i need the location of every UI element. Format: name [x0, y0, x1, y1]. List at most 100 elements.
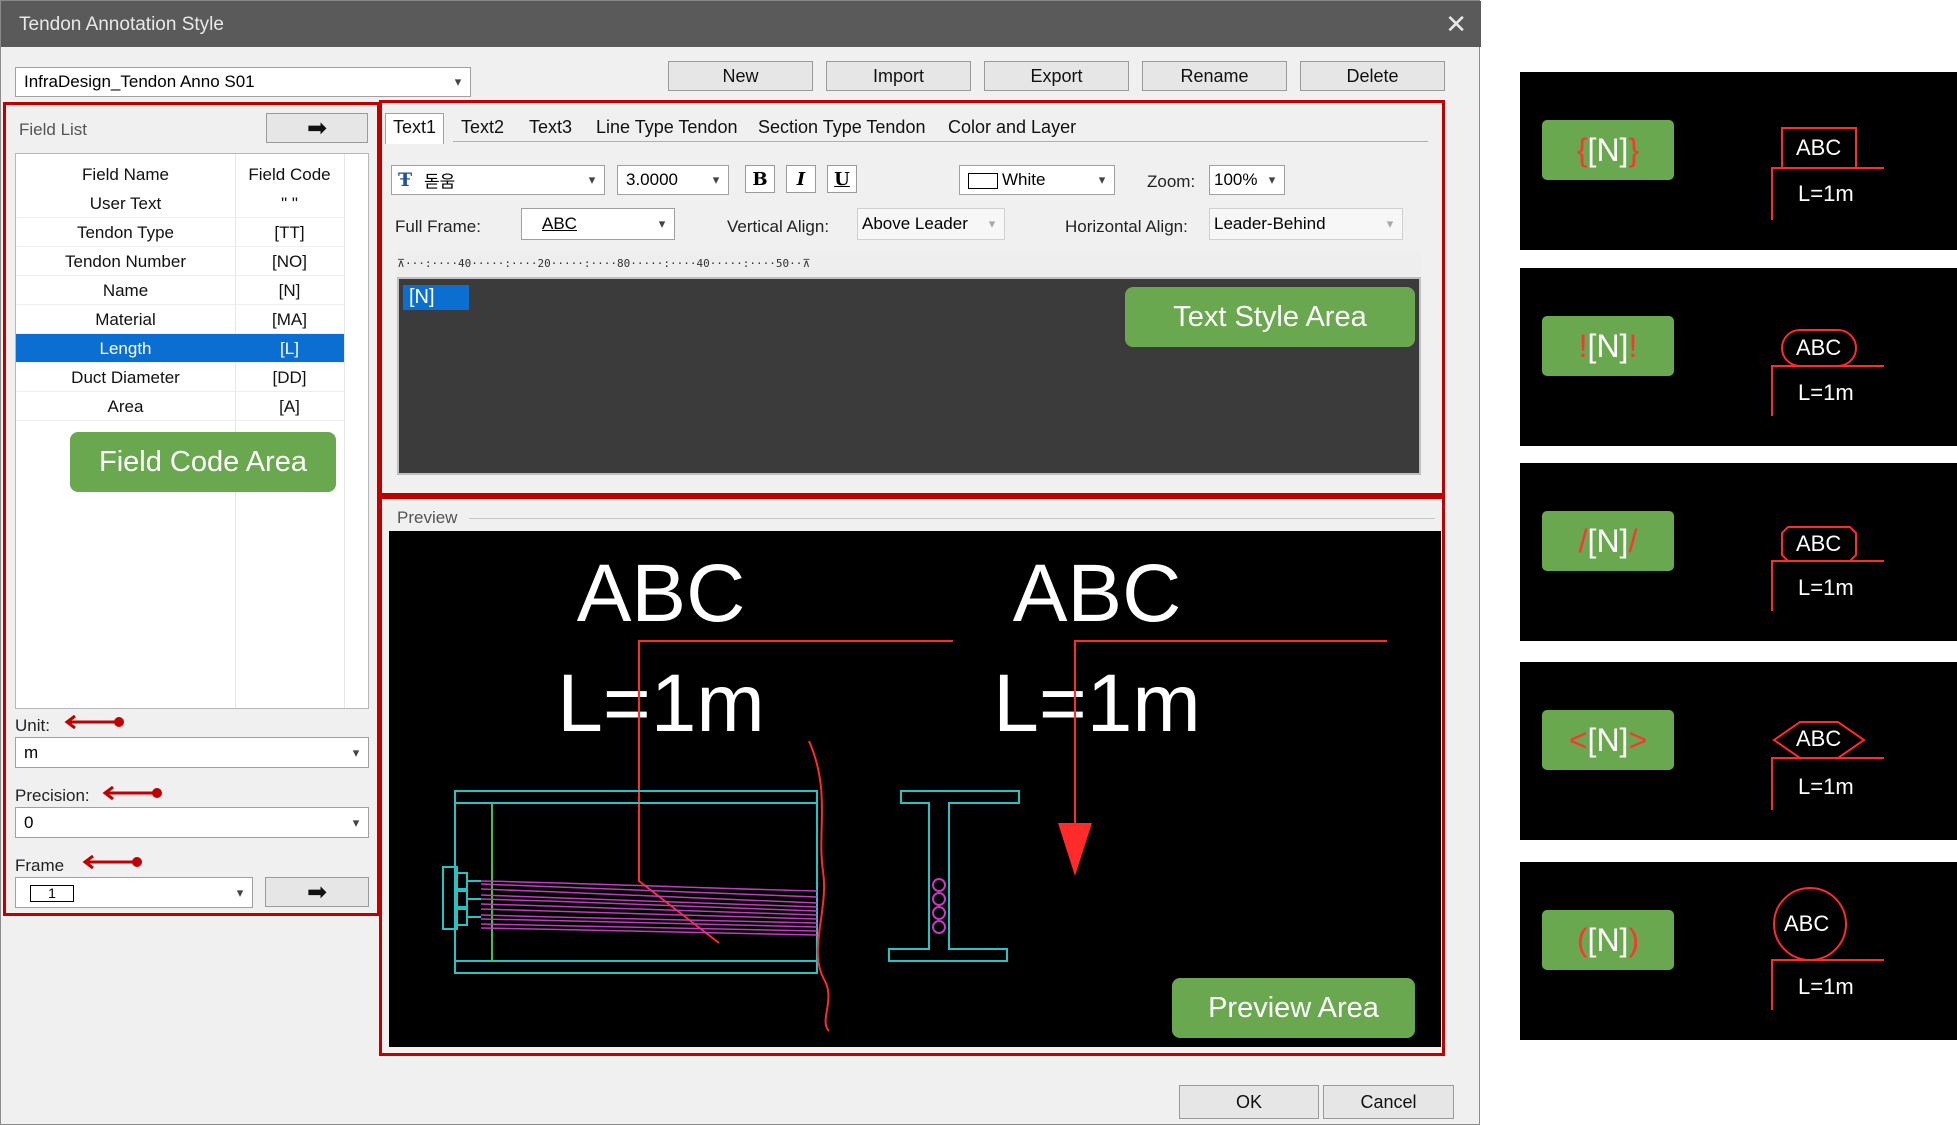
table-row[interactable]: Tendon Type [TT]	[16, 218, 344, 247]
table-row-selected[interactable]: Length [L]	[16, 334, 344, 363]
header-field-name: Field Name	[82, 165, 169, 184]
color-select-value: White	[1002, 170, 1046, 189]
new-button[interactable]: New	[668, 61, 813, 91]
chevron-down-icon: ▾	[658, 216, 666, 231]
font-select[interactable]: Ŧ 돋움 ▾	[391, 165, 605, 195]
title-bar: Tendon Annotation Style ✕	[1, 1, 1481, 47]
color-select[interactable]: White ▾	[959, 165, 1115, 195]
size-select[interactable]: 3.0000 ▾	[617, 165, 729, 195]
frame-apply-button[interactable]: ➡	[265, 877, 369, 907]
chevron-down-icon: ▾	[712, 172, 720, 187]
tab-section-type-tendon[interactable]: Section Type Tendon	[758, 117, 925, 138]
cancel-button[interactable]: Cancel	[1323, 1085, 1454, 1119]
row-field-name: Tendon Number	[65, 252, 186, 271]
text-style-area-callout: Text Style Area	[1125, 287, 1415, 347]
underline-button[interactable]: U	[827, 165, 857, 193]
leader-arrowhead	[1058, 823, 1092, 876]
chevron-down-icon: ▾	[988, 216, 996, 231]
row-field-name: Area	[107, 397, 144, 416]
table-row[interactable]: Area [A]	[16, 392, 344, 421]
header-field-code: Field Code	[248, 165, 331, 184]
chevron-down-icon: ▾	[352, 744, 360, 760]
tab-text2[interactable]: Text2	[461, 117, 504, 138]
preview-divider	[469, 518, 1435, 519]
zoom-select-value: 100%	[1214, 170, 1258, 189]
row-field-code: [DD]	[272, 368, 307, 387]
example-top-text: ABC	[1796, 531, 1842, 556]
frame-example-rectangle: {[N]} ABC L=1m	[1520, 72, 1957, 250]
rename-button[interactable]: Rename	[1142, 61, 1287, 91]
row-field-name: Tendon Type	[76, 223, 175, 242]
table-row[interactable]: User Text " "	[16, 189, 344, 218]
field-list-title: Field List	[19, 120, 88, 139]
chevron-down-icon: ▾	[1098, 172, 1106, 187]
import-button[interactable]: Import	[826, 61, 971, 91]
tab-text1[interactable]: Text1	[385, 113, 445, 144]
tab-color-and-layer[interactable]: Color and Layer	[948, 117, 1076, 138]
frame-example-circle: ([N]) ABC L=1m	[1520, 862, 1957, 1040]
precision-select[interactable]: 0 ▾	[15, 807, 369, 838]
zoom-select[interactable]: 100% ▾	[1209, 165, 1285, 195]
full-frame-select[interactable]: ABC ▾	[521, 208, 675, 240]
arrow-left-icon	[64, 715, 124, 729]
arrow-left-icon	[82, 855, 142, 869]
table-row[interactable]: Duct Diameter [DD]	[16, 363, 344, 392]
close-icon[interactable]: ✕	[1445, 9, 1467, 40]
window-title: Tendon Annotation Style	[19, 14, 224, 35]
unit-select-value: m	[24, 742, 39, 762]
column-divider	[344, 154, 345, 708]
preview-bottom-text-left: L=1m	[557, 658, 764, 749]
arrow-left-icon	[102, 786, 162, 800]
table-row[interactable]: Tendon Number [NO]	[16, 247, 344, 276]
italic-button[interactable]: I	[786, 165, 816, 193]
tab-text3[interactable]: Text3	[529, 117, 572, 138]
row-field-code: " "	[281, 194, 298, 213]
horizontal-align-value: Leader-Behind	[1214, 214, 1326, 233]
frame-circle-drawing	[1771, 887, 1884, 1010]
unit-select[interactable]: m ▾	[15, 737, 369, 768]
preview-top-text-right: ABC	[1013, 548, 1182, 639]
full-frame-select-value: ABC	[542, 214, 577, 233]
field-insert-button[interactable]: ➡	[266, 113, 368, 143]
editor-token: [N]	[403, 285, 469, 310]
chevron-down-icon: ▾	[588, 172, 596, 187]
example-bottom-text: L=1m	[1798, 974, 1854, 999]
field-code-area-callout: Field Code Area	[70, 432, 336, 492]
example-bottom-text: L=1m	[1798, 575, 1854, 600]
precision-label: Precision:	[15, 786, 90, 805]
horizontal-align-label: Horizontal Align:	[1065, 217, 1188, 236]
vertical-align-label: Vertical Align:	[727, 217, 830, 236]
example-top-text: ABC	[1784, 911, 1830, 936]
delete-button[interactable]: Delete	[1300, 61, 1445, 91]
ruler[interactable]: ⊼···:····40·····:····20·····:····80·····…	[397, 252, 1421, 276]
chevron-down-icon: ▾	[454, 74, 462, 89]
break-line	[808, 740, 830, 1032]
example-top-text: ABC	[1796, 335, 1842, 360]
unit-label: Unit:	[15, 716, 50, 735]
style-select[interactable]: InfraDesign_Tendon Anno S01 ▾	[15, 67, 471, 97]
table-row[interactable]: Name [N]	[16, 276, 344, 305]
frame-example-rounded: ! [N]! ABC L=1m	[1520, 268, 1957, 446]
example-bottom-text: L=1m	[1798, 774, 1854, 799]
preview-bottom-text-right: L=1m	[993, 658, 1200, 749]
frame-select[interactable]: 1 ▾	[15, 877, 253, 908]
vertical-align-select[interactable]: Above Leader ▾	[857, 208, 1005, 240]
arrow-right-icon: ➡	[306, 114, 328, 142]
horizontal-align-select[interactable]: Leader-Behind ▾	[1209, 208, 1403, 240]
ok-button[interactable]: OK	[1179, 1085, 1319, 1119]
export-button[interactable]: Export	[984, 61, 1129, 91]
font-select-value: 돋움	[424, 172, 456, 192]
bold-button[interactable]: B	[745, 165, 775, 193]
example-top-text: ABC	[1796, 135, 1842, 160]
row-field-name: Length	[99, 339, 152, 358]
table-row[interactable]: Material [MA]	[16, 305, 344, 334]
arrow-right-icon: ➡	[306, 878, 328, 906]
font-icon: Ŧ	[398, 169, 413, 191]
example-top-text: ABC	[1796, 726, 1842, 751]
full-frame-label: Full Frame:	[395, 217, 481, 236]
example-bottom-text: L=1m	[1798, 380, 1854, 405]
ruler-ticks: ⊼···:····40·····:····20·····:····80·····…	[397, 257, 811, 270]
frame-rectangle-drawing	[1771, 127, 1884, 220]
tab-line-type-tendon[interactable]: Line Type Tendon	[596, 117, 737, 138]
row-field-code: [MA]	[272, 310, 307, 329]
